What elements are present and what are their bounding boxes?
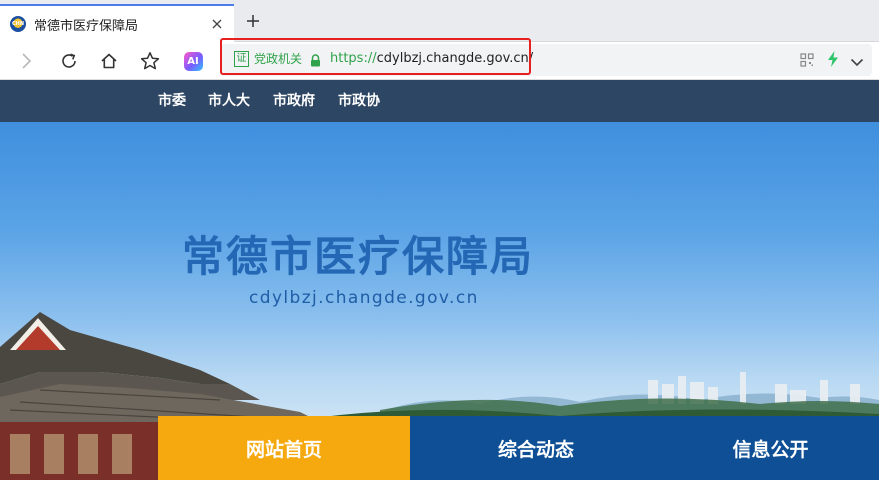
lock-icon [310, 52, 321, 67]
plus-icon[interactable] [240, 8, 266, 34]
browser-tab[interactable]: CHN 常德市医疗保障局 [0, 4, 234, 42]
site-top-nav [0, 80, 879, 122]
hero-site-domain: cdylbzj.changde.gov.cn [249, 288, 479, 308]
hero-site-title: 常德市医疗保障局 [182, 232, 535, 281]
tab-title: 常德市医疗保障局 [34, 18, 139, 34]
ai-assistant-button[interactable]: AI [180, 48, 206, 74]
chevron-down-icon[interactable] [850, 53, 864, 67]
nav-item-city-government[interactable]: 市政府 [273, 80, 315, 122]
forward-arrow-icon[interactable] [13, 48, 39, 74]
url-scheme: https:// [330, 51, 377, 66]
menu-news[interactable]: 综合动态 [410, 416, 662, 480]
menu-info-disclosure[interactable]: 信息公开 [662, 416, 879, 480]
reload-icon[interactable] [56, 48, 82, 74]
menu-home[interactable]: 网站首页 [158, 416, 410, 480]
ai-label: AI [183, 51, 203, 71]
url-host: cdylbzj.changde.gov.cn/ [376, 51, 534, 66]
org-type-label: 党政机关 [254, 52, 303, 66]
gov-certificate-badge: 证 [234, 51, 249, 67]
close-icon[interactable] [208, 15, 226, 33]
lightning-icon[interactable] [826, 50, 840, 68]
url-text[interactable]: https://cdylbzj.changde.gov.cn/ [330, 50, 533, 68]
nav-item-peoples-congress[interactable]: 市人大 [208, 80, 250, 122]
qr-code-icon[interactable] [800, 52, 814, 67]
star-icon[interactable] [137, 48, 163, 74]
nav-item-cppcc[interactable]: 市政协 [338, 80, 380, 122]
home-icon[interactable] [96, 48, 122, 74]
changde-emblem-icon: CHN [10, 16, 26, 32]
nav-item-party-committee[interactable]: 市委 [158, 80, 186, 122]
tab-strip: CHN 常德市医疗保障局 [0, 0, 879, 42]
